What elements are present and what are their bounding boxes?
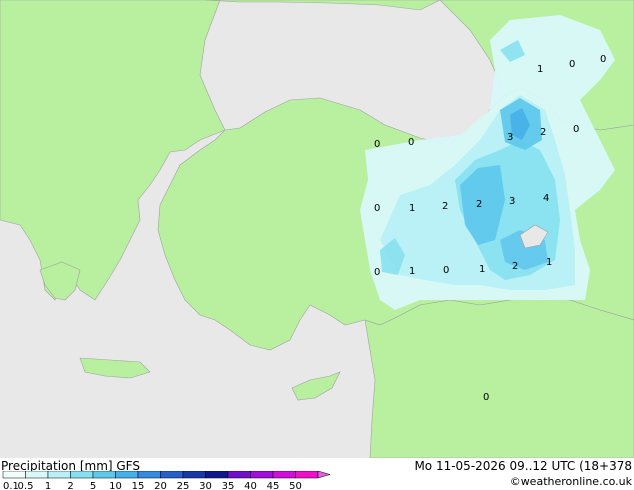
- map-value: 0: [408, 137, 414, 148]
- legend-swatch: [25, 471, 49, 479]
- legend-tick-label: 0.5: [18, 481, 34, 490]
- legend-tick-label: 5: [90, 481, 96, 490]
- map-value: 3: [509, 196, 515, 207]
- map-value: 1: [537, 64, 543, 75]
- map-value: 0: [374, 139, 380, 150]
- map-value: 0: [600, 54, 606, 65]
- legend-tick-label: 50: [289, 481, 302, 490]
- legend-swatch: [272, 471, 296, 479]
- map-value: 0: [569, 59, 575, 70]
- map-value: 0: [374, 203, 380, 214]
- legend-tick-label: 1: [45, 481, 51, 490]
- legend-tick-label: 10: [109, 481, 122, 490]
- legend-tick-label: 25: [177, 481, 190, 490]
- legend-swatch: [2, 471, 26, 479]
- legend-swatch: [160, 471, 184, 479]
- legend-swatch: [70, 471, 94, 479]
- legend-tick-label: 2: [67, 481, 73, 490]
- precipitation-map: 1 0 0 3 2 0 0 0 0 1 2 2 3 4 0 1 0 1 2 1 …: [0, 0, 634, 458]
- map-value: 0: [374, 267, 380, 278]
- map-value: 1: [409, 203, 415, 214]
- legend-tick-label: 40: [244, 481, 257, 490]
- legend-swatch: [115, 471, 139, 479]
- map-value: 3: [507, 132, 513, 143]
- map-value: 0: [573, 124, 579, 135]
- legend-swatch: [205, 471, 229, 479]
- legend-end-arrow: [317, 471, 330, 479]
- legend-swatch: [47, 471, 71, 479]
- legend-tick-label: 20: [154, 481, 167, 490]
- legend-swatch: [182, 471, 206, 479]
- map-value: 1: [546, 257, 552, 268]
- legend-tick-label: 15: [132, 481, 145, 490]
- map-value: 1: [409, 266, 415, 277]
- legend-swatch: [250, 471, 274, 479]
- map-value: 0: [483, 392, 489, 403]
- legend-swatch: [92, 471, 116, 479]
- valid-time: Mo 11-05-2026 09..12 UTC (18+378: [414, 459, 632, 473]
- map-value: 2: [476, 199, 482, 210]
- legend-tick-label: 35: [222, 481, 235, 490]
- legend-tick-label: 45: [267, 481, 280, 490]
- precip-legend: 0.10.5 1 2 5 10 15 20 25 30 35 40 45 50: [2, 471, 330, 490]
- map-value: 2: [442, 201, 448, 212]
- copyright-link[interactable]: ©weatheronline.co.uk: [510, 475, 632, 489]
- levant-land: [364, 297, 634, 458]
- legend-swatch: [137, 471, 161, 479]
- map-value: 4: [543, 193, 549, 204]
- map-value: 0: [443, 265, 449, 276]
- legend-tick-label: 0.1: [3, 481, 19, 490]
- legend-swatch: [227, 471, 251, 479]
- map-value: 2: [540, 127, 546, 138]
- map-value: 2: [512, 261, 518, 272]
- legend-tick-label: 30: [199, 481, 212, 490]
- map-value: 1: [479, 264, 485, 275]
- legend-swatch: [295, 471, 319, 479]
